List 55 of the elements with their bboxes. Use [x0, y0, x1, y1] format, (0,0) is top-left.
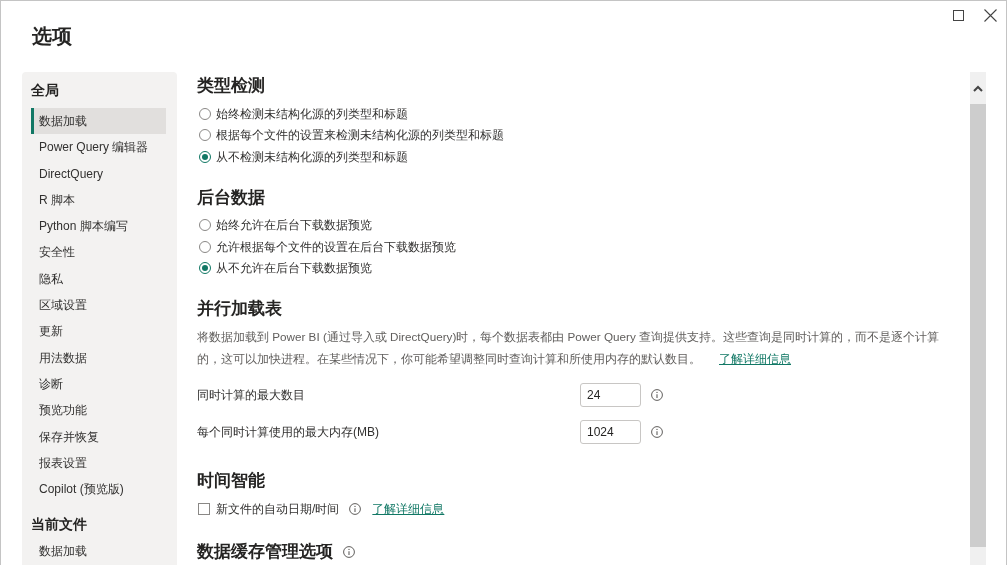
radio-button[interactable]	[199, 150, 211, 163]
sidebar-item[interactable]: Python 脚本编写	[31, 213, 166, 240]
sidebar-item[interactable]: 安全性	[31, 239, 166, 266]
sidebar-heading: 当前文件	[30, 515, 87, 535]
maximize-icon	[953, 10, 964, 21]
sidebar-item[interactable]: 预览功能	[31, 397, 166, 424]
option-label[interactable]: 新文件的自动日期/时间	[216, 499, 340, 518]
sidebar-item[interactable]: 数据加载	[31, 108, 166, 135]
radio-button[interactable]	[199, 129, 211, 142]
close-button[interactable]	[984, 9, 997, 22]
sidebar-item[interactable]: Copilot (预览版)	[31, 476, 166, 503]
radio-button[interactable]	[199, 219, 211, 232]
radio-button[interactable]	[199, 240, 211, 253]
section-heading: 数据缓存管理选项	[197, 540, 333, 563]
sidebar-item[interactable]: Power Query 编辑器	[31, 134, 166, 161]
option-label[interactable]: 始终检测未结构化源的列类型和标题	[216, 104, 408, 123]
learn-more-link[interactable]: 了解详细信息	[372, 499, 445, 518]
info-icon[interactable]	[349, 502, 362, 515]
option-label[interactable]: 始终允许在后台下载数据预览	[216, 216, 372, 235]
section-heading: 后台数据	[197, 186, 265, 209]
section-heading: 时间智能	[197, 470, 265, 492]
radio-button[interactable]	[199, 107, 211, 120]
option-label[interactable]: 从不允许在后台下载数据预览	[216, 259, 372, 278]
sidebar-item[interactable]: 用法数据	[31, 344, 166, 371]
info-icon[interactable]	[651, 389, 663, 401]
sidebar-heading: 全局	[30, 81, 59, 100]
sidebar-item[interactable]: 隐私	[31, 265, 166, 293]
sidebar-item[interactable]: R 脚本	[31, 186, 166, 214]
field-label: 同时计算的最大数目	[197, 387, 306, 404]
field-label: 每个同时计算使用的最大内存(MB)	[197, 424, 380, 441]
window-title: 选项	[31, 24, 72, 49]
sidebar-item[interactable]: DirectQuery	[31, 160, 166, 187]
sidebar-item[interactable]: 报表设置	[31, 449, 166, 477]
radio-button[interactable]	[199, 262, 211, 275]
info-icon[interactable]	[343, 545, 355, 558]
sidebar-item[interactable]: 诊断	[31, 370, 166, 398]
sidebar-item[interactable]: 保存并恢复	[31, 423, 166, 450]
description-text: 将数据加载到 Power BI (通过导入或 DirectQuery)时，每个数据表都由 Power Query 查询提供支持。这些查询是同时计算的，而不是逐个计算的，这可以加快进程。在某些情况下，你可能希望调整同时查询计算和所使用内存的默认数目。 了解详细信息	[197, 329, 940, 368]
scroll-up-button[interactable]	[970, 72, 986, 104]
learn-more-link[interactable]: 了解详细信息	[719, 352, 791, 366]
sidebar-item[interactable]: 更新	[31, 318, 166, 345]
number-field[interactable]: 24	[580, 383, 641, 407]
chevron-up-icon	[973, 84, 983, 92]
option-label[interactable]: 允许根据每个文件的设置在后台下载数据预览	[216, 237, 456, 256]
sidebar-item[interactable]: 数据加载	[31, 538, 166, 565]
info-icon[interactable]	[651, 426, 663, 438]
number-field[interactable]: 1024	[580, 420, 641, 444]
section-heading: 类型检测	[197, 75, 265, 97]
option-label[interactable]: 根据每个文件的设置来检测未结构化源的列类型和标题	[216, 126, 504, 145]
close-icon	[984, 9, 997, 22]
option-label[interactable]: 从不检测未结构化源的列类型和标题	[216, 147, 408, 166]
sidebar-item[interactable]: 区域设置	[31, 292, 166, 319]
maximize-button[interactable]	[953, 10, 964, 21]
section-heading: 并行加载表	[197, 298, 282, 320]
checkbox[interactable]	[198, 502, 210, 515]
